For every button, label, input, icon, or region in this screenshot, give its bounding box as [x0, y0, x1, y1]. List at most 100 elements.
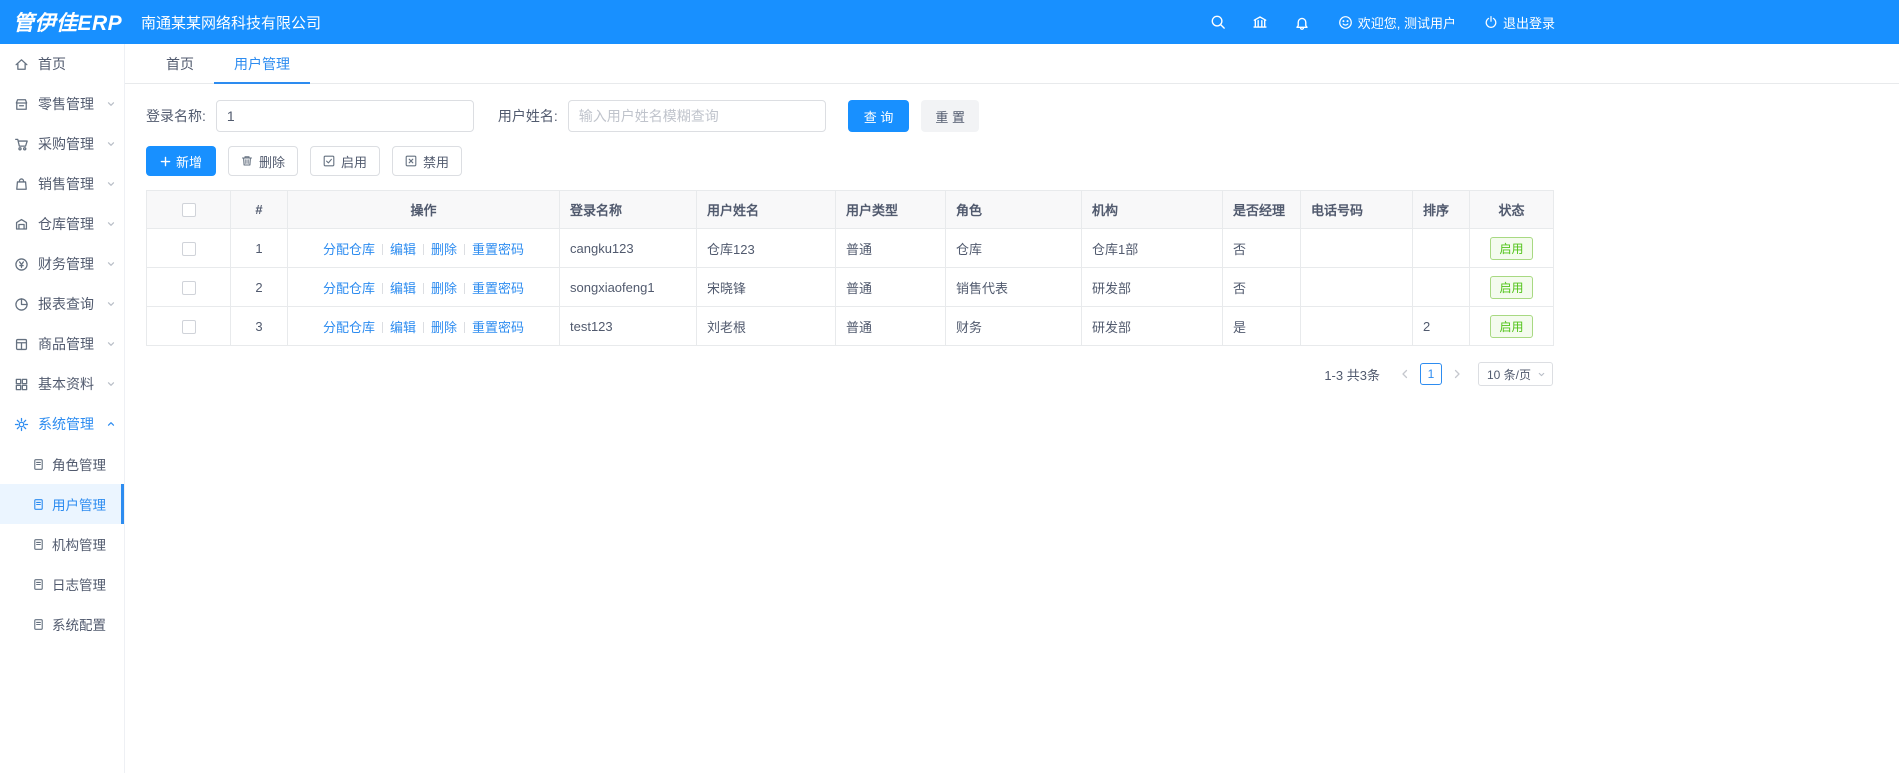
- cell-login: cangku123: [559, 228, 697, 268]
- table-row: 2 分配仓库 编辑 删除 重置密码 songxiaofeng1 宋晓锋 普通 销售代表…: [146, 267, 1554, 307]
- sales-icon: [14, 177, 29, 192]
- row-checkbox[interactable]: [181, 319, 196, 334]
- cell-phone: [1300, 267, 1413, 307]
- enable-button[interactable]: 启用: [310, 146, 381, 176]
- sidebar-item-label: 报表查询: [38, 296, 94, 312]
- select-all-checkbox[interactable]: [181, 203, 196, 218]
- main-area: 首页 用户管理 登录名称: 用户姓名: 查 询 重 置: [125, 44, 1899, 773]
- page-size-select[interactable]: 10 条/页: [1477, 362, 1553, 386]
- document-icon: [32, 578, 45, 591]
- disable-button[interactable]: 禁用: [392, 146, 463, 176]
- cell-status: 启用: [1469, 306, 1554, 346]
- reset-password-link[interactable]: 重置密码: [472, 320, 524, 335]
- sidebar-item-log-mgmt[interactable]: 日志管理: [0, 564, 124, 604]
- sidebar-item-reports[interactable]: 报表查询: [0, 284, 124, 324]
- sidebar-item-user-mgmt[interactable]: 用户管理: [0, 484, 124, 524]
- col-status: 状态: [1469, 190, 1554, 229]
- warehouse-icon: [14, 217, 29, 232]
- delete-button[interactable]: 删除: [228, 146, 299, 176]
- sidebar-item-home[interactable]: 首页: [0, 44, 124, 84]
- document-icon: [32, 538, 45, 551]
- logout-text: 退出登录: [1502, 15, 1555, 31]
- row-checkbox[interactable]: [181, 280, 196, 295]
- user-name-input[interactable]: [567, 100, 826, 132]
- sidebar-item-purchase[interactable]: 采购管理: [0, 124, 124, 164]
- status-badge: 启用: [1490, 236, 1533, 260]
- sidebar: 首页 零售管理 采购管理 销售管理 仓库管理 财务管理 报表查询 商品管理 基本…: [0, 44, 125, 773]
- select-all-cell: [146, 190, 231, 229]
- cell-role: 销售代表: [945, 267, 1082, 307]
- plus-icon: [160, 156, 171, 167]
- cell-sort: 2: [1412, 306, 1470, 346]
- link-separator: [464, 243, 466, 255]
- reset-password-link[interactable]: 重置密码: [472, 281, 524, 296]
- edit-link[interactable]: 编辑: [390, 281, 416, 296]
- assign-warehouse-link[interactable]: 分配仓库: [323, 320, 375, 335]
- check-square-icon: [323, 155, 335, 167]
- sidebar-item-system[interactable]: 系统管理: [0, 404, 124, 444]
- delete-link[interactable]: 删除: [431, 242, 457, 257]
- cell-actions: 分配仓库 编辑 删除 重置密码: [287, 267, 560, 307]
- reset-button[interactable]: 重 置: [921, 100, 980, 132]
- link-separator: [381, 282, 383, 294]
- page-content: 登录名称: 用户姓名: 查 询 重 置 新增 删除: [125, 84, 1899, 386]
- add-button[interactable]: 新增: [146, 146, 217, 176]
- sidebar-item-label: 销售管理: [38, 176, 94, 192]
- sidebar-item-label: 首页: [38, 56, 66, 72]
- tab-user-management[interactable]: 用户管理: [214, 44, 310, 84]
- login-name-label: 登录名称:: [146, 108, 206, 124]
- search-icon[interactable]: [1210, 14, 1226, 30]
- reset-password-link[interactable]: 重置密码: [472, 242, 524, 257]
- sidebar-item-retail[interactable]: 零售管理: [0, 84, 124, 124]
- sidebar-item-role-mgmt[interactable]: 角色管理: [0, 444, 124, 484]
- logout-button[interactable]: 退出登录: [1484, 13, 1555, 32]
- chevron-down-icon: [106, 259, 116, 269]
- delete-link[interactable]: 删除: [431, 281, 457, 296]
- welcome-user[interactable]: 欢迎您, 测试用户: [1338, 13, 1456, 32]
- row-checkbox[interactable]: [181, 241, 196, 256]
- assign-warehouse-link[interactable]: 分配仓库: [323, 281, 375, 296]
- cell-status: 启用: [1469, 267, 1554, 307]
- sidebar-item-basic-data[interactable]: 基本资料: [0, 364, 124, 404]
- cell-type: 普通: [835, 228, 946, 268]
- search-form: 登录名称: 用户姓名: 查 询 重 置: [146, 100, 1899, 132]
- sidebar-item-system-config[interactable]: 系统配置: [0, 604, 124, 644]
- sidebar-item-label: 仓库管理: [38, 216, 94, 232]
- sidebar-item-org-mgmt[interactable]: 机构管理: [0, 524, 124, 564]
- pagination: 1-3 共3条 1 10 条/页: [146, 362, 1553, 386]
- cell-sort: [1412, 228, 1470, 268]
- sidebar-item-sales[interactable]: 销售管理: [0, 164, 124, 204]
- link-separator: [423, 282, 424, 294]
- cell-manager: 是: [1222, 306, 1301, 346]
- cell-phone: [1300, 228, 1413, 268]
- sidebar-item-goods[interactable]: 商品管理: [0, 324, 124, 364]
- report-icon: [14, 297, 29, 312]
- delete-link[interactable]: 删除: [431, 320, 457, 335]
- tab-home[interactable]: 首页: [146, 44, 214, 83]
- next-page-icon[interactable]: [1446, 363, 1468, 385]
- chevron-up-icon: [106, 419, 116, 429]
- cell-phone: [1300, 306, 1413, 346]
- bell-icon[interactable]: [1294, 14, 1310, 30]
- edit-link[interactable]: 编辑: [390, 242, 416, 257]
- disable-button-label: 禁用: [423, 154, 450, 170]
- sidebar-item-warehouse[interactable]: 仓库管理: [0, 204, 124, 244]
- prev-page-icon[interactable]: [1394, 363, 1416, 385]
- chevron-down-icon: [106, 379, 116, 389]
- cell-manager: 否: [1222, 267, 1301, 307]
- cell-sort: [1412, 267, 1470, 307]
- edit-link[interactable]: 编辑: [390, 320, 416, 335]
- sidebar-item-finance[interactable]: 财务管理: [0, 244, 124, 284]
- user-name-label: 用户姓名:: [497, 108, 558, 124]
- chevron-down-icon: [1537, 370, 1546, 379]
- sidebar-item-label: 系统管理: [38, 416, 94, 432]
- login-name-input[interactable]: [215, 100, 474, 132]
- assign-warehouse-link[interactable]: 分配仓库: [323, 242, 375, 257]
- query-button[interactable]: 查 询: [847, 100, 910, 132]
- page-number-button[interactable]: 1: [1419, 363, 1442, 385]
- building-icon[interactable]: [1252, 14, 1268, 30]
- purchase-icon: [14, 137, 29, 152]
- cell-role: 仓库: [945, 228, 1082, 268]
- basic-data-icon: [14, 377, 29, 392]
- cell-login: songxiaofeng1: [559, 267, 697, 307]
